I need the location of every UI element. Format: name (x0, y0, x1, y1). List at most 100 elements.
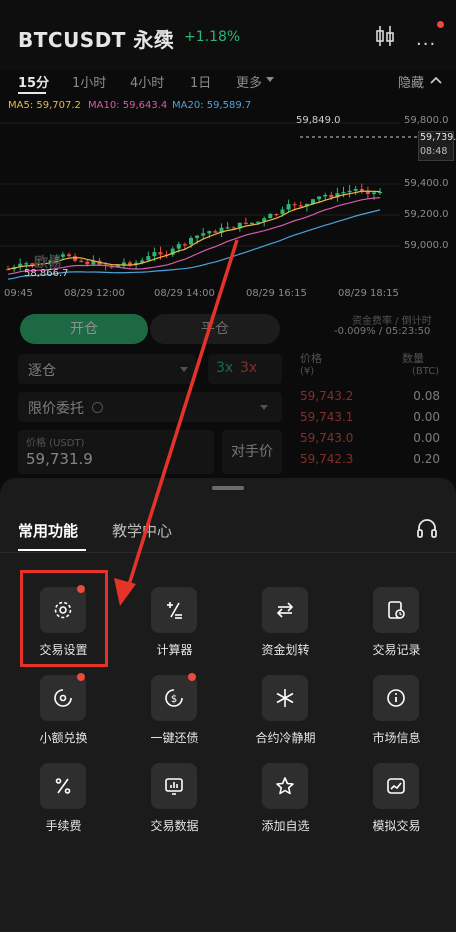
tool-button-10[interactable] (151, 763, 197, 809)
interval-4h[interactable]: 4小时 (130, 72, 164, 91)
repay-icon: $ (165, 689, 183, 707)
axis-price-0: 59,800.0 (404, 115, 449, 126)
leverage-short: 3x (240, 360, 258, 376)
tool-label: 合约冷静期 (255, 731, 316, 745)
moving-average-line (7, 197, 381, 275)
candle (158, 252, 163, 255)
orderbook-price-unit: (¥) (300, 366, 315, 377)
candle (329, 194, 334, 198)
hide-chart-button[interactable]: 隐藏 (398, 72, 424, 91)
interval-1d[interactable]: 1日 (190, 72, 211, 91)
candle (280, 209, 285, 215)
candle (73, 256, 78, 261)
tool-button-9[interactable] (40, 763, 86, 809)
snowflake-icon (276, 689, 294, 707)
candle (347, 190, 352, 193)
funding-rate-label: 资金费率 / 倒计时 (352, 316, 432, 327)
candle (189, 238, 193, 245)
price-input-label: 价格 (USDT) (26, 438, 85, 449)
order-type-chevron-icon (260, 405, 268, 410)
notification-dot (437, 21, 444, 28)
open-position-tab[interactable]: 开仓 (20, 314, 148, 344)
chevron-up-icon[interactable] (430, 76, 442, 84)
history-icon (388, 601, 405, 619)
candle (207, 231, 212, 234)
orderbook-ask-price[interactable]: 59,743.2 (300, 389, 353, 403)
sheet-divider (0, 552, 456, 553)
tool-button-3[interactable] (262, 587, 308, 633)
candle-countdown: 08:48 (420, 146, 448, 157)
transfer-icon (276, 602, 294, 618)
sheet-drag-handle[interactable] (212, 486, 244, 490)
candle (213, 231, 218, 233)
candle (341, 192, 346, 194)
orderbook-ask-price[interactable]: 59,743.0 (300, 431, 353, 445)
tool-button-5[interactable] (40, 675, 86, 721)
candle (225, 227, 230, 229)
candle (67, 254, 71, 257)
tool-button-6[interactable]: $ (151, 675, 197, 721)
price-input-value: 59,731.9 (26, 450, 93, 468)
demo-trade-icon (387, 778, 405, 794)
candle (353, 189, 358, 191)
percent-icon (55, 778, 71, 794)
info-icon (92, 402, 103, 413)
orderbook-ask-price[interactable]: 59,742.3 (300, 452, 353, 466)
tool-label: 市场信息 (372, 731, 421, 745)
tool-label: 手续费 (45, 819, 82, 833)
axis-price-3: 59,200.0 (404, 209, 449, 220)
data-icon (165, 778, 183, 795)
orderbook-qty-header: 数量 (402, 352, 424, 365)
counterparty-price-button[interactable]: 对手价 (222, 430, 282, 474)
funding-rate-value: -0.009% / 05:23:50 (334, 326, 431, 337)
candle (250, 222, 254, 224)
orderbook-ask-qty: 0.08 (413, 389, 440, 403)
annotation-highlight-box (20, 570, 108, 667)
candle (195, 235, 200, 239)
symbol-dropdown-icon[interactable] (156, 30, 168, 37)
tab-common-functions[interactable]: 常用功能 (18, 520, 78, 541)
candle (298, 205, 303, 207)
moving-average-line (7, 190, 381, 270)
tool-label: 计算器 (156, 643, 193, 657)
close-position-tab[interactable]: 平仓 (150, 314, 280, 344)
active-tab-underline (18, 549, 86, 551)
tool-button-8[interactable] (373, 675, 419, 721)
tool-button-2[interactable] (151, 587, 197, 633)
candle (231, 227, 236, 229)
order-type-value: 限价委托 (28, 401, 84, 417)
candle (176, 244, 181, 249)
symbol-title[interactable]: BTCUSDT 永续 (18, 24, 174, 53)
more-icon[interactable]: ··· (416, 34, 436, 55)
last-price: 59,739.9 (420, 132, 456, 143)
time-axis-3: 08/29 16:15 (246, 288, 307, 299)
candlestick-icon[interactable] (374, 24, 396, 48)
candle (317, 196, 322, 200)
orderbook-qty-unit: (BTC) (412, 366, 440, 377)
interval-more[interactable]: 更多 (236, 72, 262, 91)
tool-button-7[interactable] (262, 675, 308, 721)
high-price-label: 59,849.0 (296, 115, 341, 126)
candle (286, 204, 291, 210)
tool-label: 添加自选 (261, 819, 310, 833)
candle (182, 244, 187, 246)
tab-learning-center[interactable]: 教学中心 (112, 520, 172, 541)
candle (24, 263, 29, 265)
tool-button-4[interactable] (373, 587, 419, 633)
candle (372, 192, 376, 195)
headset-icon[interactable] (416, 518, 438, 540)
candle (146, 256, 151, 261)
tool-button-11[interactable] (262, 763, 308, 809)
candle (323, 194, 328, 197)
tool-button-12[interactable] (373, 763, 419, 809)
time-axis-2: 08/29 14:00 (154, 288, 215, 299)
interval-1h[interactable]: 1小时 (72, 72, 106, 91)
small-exchange-icon (54, 689, 72, 707)
orderbook-price-header: 价格 (300, 352, 322, 365)
orderbook-ask-qty: 0.20 (413, 452, 440, 466)
time-axis-1: 08/29 12:00 (64, 288, 125, 299)
time-axis-0: 09:45 (4, 288, 33, 299)
orderbook-ask-price[interactable]: 59,743.1 (300, 410, 353, 424)
new-badge-dot (188, 673, 196, 681)
interval-15m[interactable]: 15分 (18, 72, 49, 91)
